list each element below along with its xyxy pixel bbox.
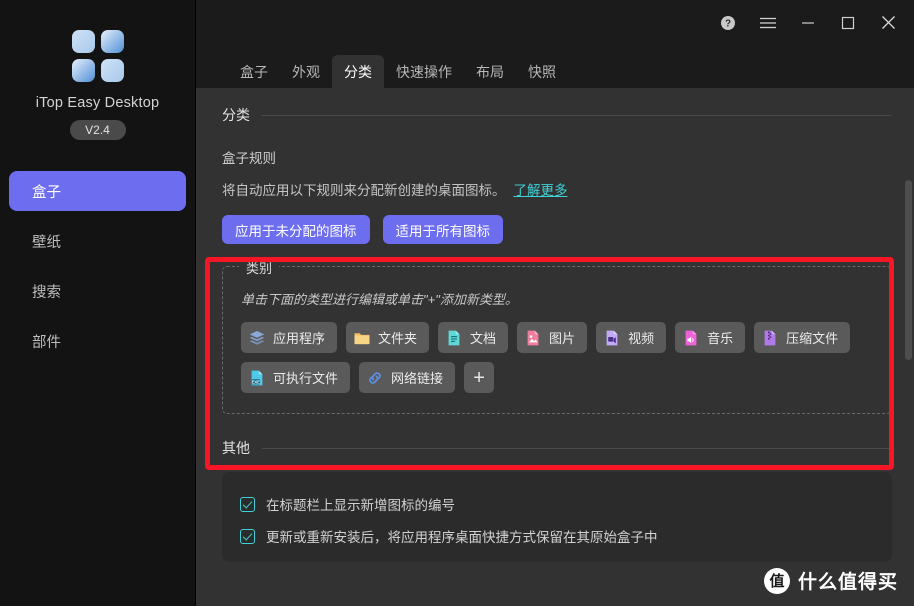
sidebar-item-widgets[interactable]: 部件 [9,321,186,361]
other-options-card: 在标题栏上显示新增图标的编号 更新或重新安装后，将应用程序桌面快捷方式保留在其原… [222,472,892,562]
tab-label: 盒子 [240,63,268,80]
chip-executable[interactable]: EXE 可执行文件 [241,362,351,393]
vertical-scrollbar[interactable] [905,180,912,606]
box-rule-subtitle: 盒子规则 [222,151,276,166]
divider [262,114,892,116]
chip-folder[interactable]: 文件夹 [346,322,430,353]
menu-icon[interactable] [748,7,788,39]
chip-label: 音乐 [707,331,734,346]
apply-all-button[interactable]: 适用于所有图标 [382,215,503,244]
chip-archive[interactable]: 压缩文件 [754,322,851,353]
chip-label: 压缩文件 [786,331,839,346]
sidebar-item-boxes[interactable]: 盒子 [9,171,186,211]
tab-label: 分类 [344,63,372,80]
apply-unassigned-button[interactable]: 应用于未分配的图标 [222,215,370,244]
section-title: 分类 [222,107,250,123]
rule-buttons: 应用于未分配的图标 适用于所有图标 [222,215,892,244]
document-icon [448,330,460,345]
sidebar-item-label: 壁纸 [32,234,61,251]
category-chip-list-row2: EXE 可执行文件 网络链接 + [241,362,873,393]
help-icon[interactable]: ? [708,7,748,39]
chip-weblink[interactable]: 网络链接 [359,362,456,393]
checkbox-keep-shortcut-in-box[interactable]: 更新或重新安装后，将应用程序桌面快捷方式保留在其原始盒子中 [240,520,874,552]
tab-boxes[interactable]: 盒子 [228,55,280,88]
tab-quick-actions[interactable]: 快速操作 [384,55,464,88]
category-chip-list: 应用程序 文件夹 文档 图片 视频 音乐 压缩文件 [241,322,873,353]
chip-label: 应用程序 [273,331,326,346]
chip-music[interactable]: 音乐 [675,322,746,353]
chip-label: 文件夹 [378,331,418,346]
tab-appearance[interactable]: 外观 [280,55,332,88]
close-icon[interactable] [868,7,908,39]
sidebar: iTop Easy Desktop V2.4 盒子 壁纸 搜索 部件 [0,0,196,606]
sidebar-item-label: 盒子 [32,184,61,201]
category-hint: 单击下面的类型进行编辑或单击"+"添加新类型。 [241,292,518,307]
chip-label: 可执行文件 [273,371,339,386]
chip-image[interactable]: 图片 [517,322,588,353]
archive-file-icon [764,330,776,345]
tab-label: 外观 [292,63,320,80]
watermark-badge: 值 [763,567,790,594]
chip-application[interactable]: 应用程序 [241,322,338,353]
checkbox-icon[interactable] [240,528,255,544]
main-area: ? 盒子 外观 分类 快速操作 布局 快照 分类 盒子规则 将自动应用以下规则来… [196,0,914,606]
folder-icon [354,332,370,344]
sidebar-item-search[interactable]: 搜索 [9,271,186,311]
layers-icon [249,330,265,345]
checkbox-icon[interactable] [240,496,255,512]
tab-snapshot[interactable]: 快照 [516,55,568,88]
checkbox-show-new-icon-number[interactable]: 在标题栏上显示新增图标的编号 [240,488,874,520]
box-rule-description: 将自动应用以下规则来分配新创建的桌面图标。 [222,183,506,198]
chip-label: 视频 [628,331,655,346]
sidebar-item-label: 搜索 [32,284,61,301]
plus-icon: + [473,366,485,389]
tab-category[interactable]: 分类 [332,55,384,88]
image-file-icon [527,330,539,345]
other-section-header: 其他 [222,438,892,458]
tab-label: 布局 [476,63,504,80]
app-name: iTop Easy Desktop [35,95,160,111]
chip-document[interactable]: 文档 [438,322,509,353]
title-bar: ? [196,0,914,45]
scrollbar-thumb[interactable] [905,180,912,360]
svg-text:EXE: EXE [252,379,261,384]
watermark: 值 什么值得买 [763,567,898,594]
learn-more-link[interactable]: 了解更多 [514,179,568,199]
checkbox-label: 更新或重新安装后，将应用程序桌面快捷方式保留在其原始盒子中 [266,530,658,545]
add-category-button[interactable]: + [464,362,495,393]
settings-panel: 分类 盒子规则 将自动应用以下规则来分配新创建的桌面图标。 了解更多 应用于未分… [196,88,914,606]
other-section-title: 其他 [222,440,250,456]
sidebar-item-wallpaper[interactable]: 壁纸 [9,221,186,261]
chip-label: 网络链接 [391,371,444,386]
version-badge: V2.4 [69,120,126,140]
chip-label: 文档 [470,331,497,346]
divider [262,447,892,449]
category-section-header: 分类 [222,105,892,125]
tab-bar: 盒子 外观 分类 快速操作 布局 快照 [196,45,914,88]
minimize-icon[interactable] [788,7,828,39]
link-icon [369,371,381,384]
four-squares-logo-icon [71,30,124,82]
music-file-icon [685,330,697,345]
category-group: 类别 单击下面的类型进行编辑或单击"+"添加新类型。 应用程序 文件夹 文档 图… [222,258,892,414]
chip-label: 图片 [549,331,576,346]
category-group-legend: 类别 [239,258,280,277]
tab-label: 快照 [528,63,556,80]
tab-layout[interactable]: 布局 [464,55,516,88]
app-window: iTop Easy Desktop V2.4 盒子 壁纸 搜索 部件 ? 盒子 … [0,0,914,606]
exe-file-icon: EXE [251,370,263,385]
checkbox-label: 在标题栏上显示新增图标的编号 [266,498,455,513]
box-rule-description-row: 将自动应用以下规则来分配新创建的桌面图标。 了解更多 [222,179,892,199]
tab-label: 快速操作 [396,63,452,80]
watermark-text: 什么值得买 [797,572,898,593]
sidebar-item-label: 部件 [32,334,61,351]
video-file-icon [606,330,618,345]
sidebar-nav: 盒子 壁纸 搜索 部件 [0,171,195,361]
chip-video[interactable]: 视频 [596,322,667,353]
svg-text:?: ? [725,18,731,29]
maximize-icon[interactable] [828,7,868,39]
